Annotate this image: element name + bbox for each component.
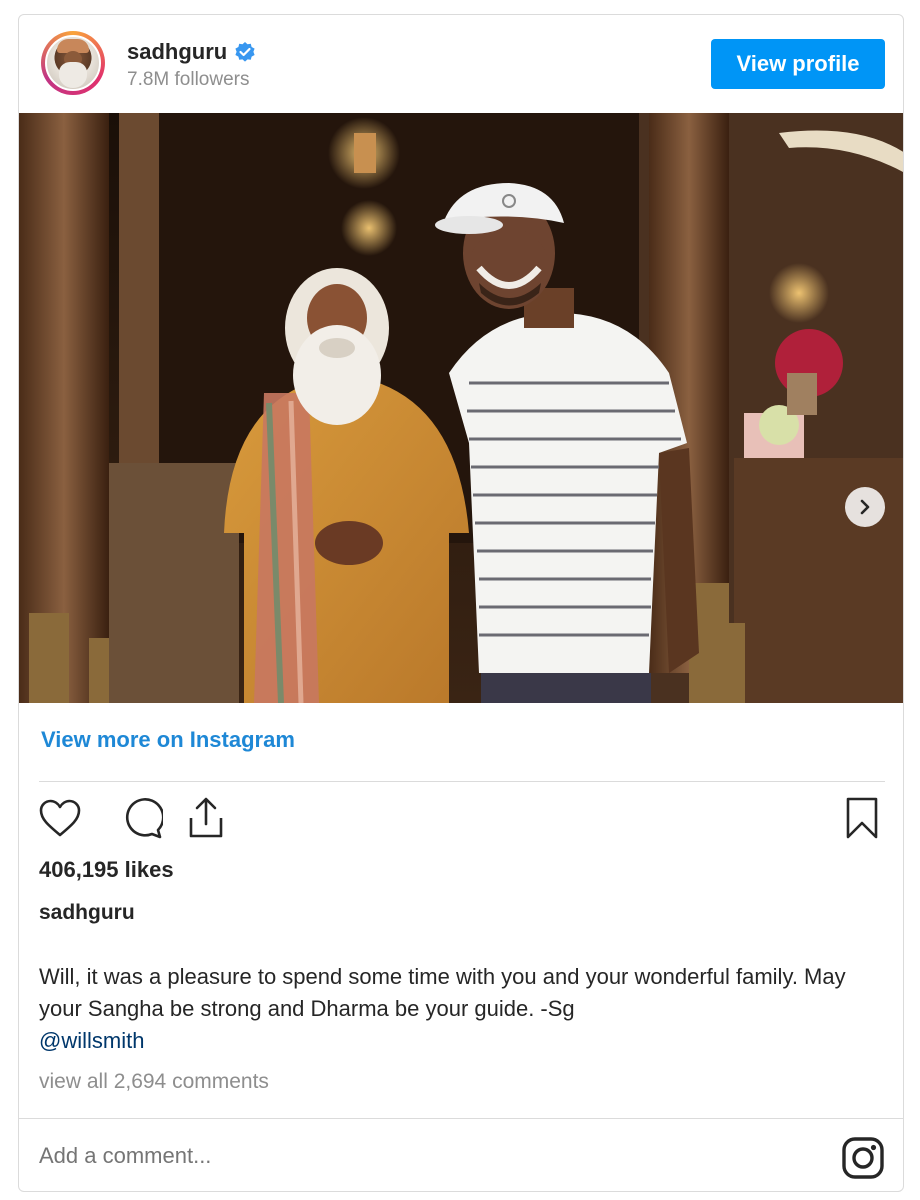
post-header: sadhguru 7.8M followers View profile [19,15,903,113]
view-all-comments-link[interactable]: view all 2,694 comments [39,1070,269,1094]
like-count: 406,195 likes [39,857,174,882]
comment-button[interactable] [119,797,165,843]
comment-bubble-icon [121,797,165,844]
mention-link[interactable]: @willsmith [39,1028,144,1053]
caption-text: Will, it was a pleasure to spend some ti… [39,964,846,1021]
username-row: sadhguru [127,39,256,65]
divider [19,1118,903,1119]
next-photo-button[interactable] [845,487,885,527]
bookmark-icon [844,796,880,845]
verified-badge-icon [234,41,256,63]
share-icon [186,796,226,845]
instagram-logo-icon[interactable] [841,1136,885,1180]
heart-icon [38,798,82,843]
instagram-embed-card: sadhguru 7.8M followers View profile Vie… [18,14,904,1192]
share-button[interactable] [183,797,229,843]
avatar[interactable] [41,31,105,95]
follower-count: 7.8M followers [127,69,250,90]
username[interactable]: sadhguru [127,39,227,65]
post-photo[interactable] [19,113,903,703]
caption-username[interactable]: sadhguru [39,901,135,925]
add-comment-input[interactable] [39,1143,799,1169]
post-caption: Will, it was a pleasure to spend some ti… [39,961,879,1057]
post-photo-illustration [19,113,903,703]
chevron-right-icon [856,498,874,516]
divider [39,781,885,782]
view-more-on-instagram-link[interactable]: View more on Instagram [41,727,295,753]
view-profile-button[interactable]: View profile [711,39,885,89]
action-bar [37,797,885,847]
save-button[interactable] [839,797,885,843]
like-button[interactable] [37,797,83,843]
avatar-image [45,35,101,91]
